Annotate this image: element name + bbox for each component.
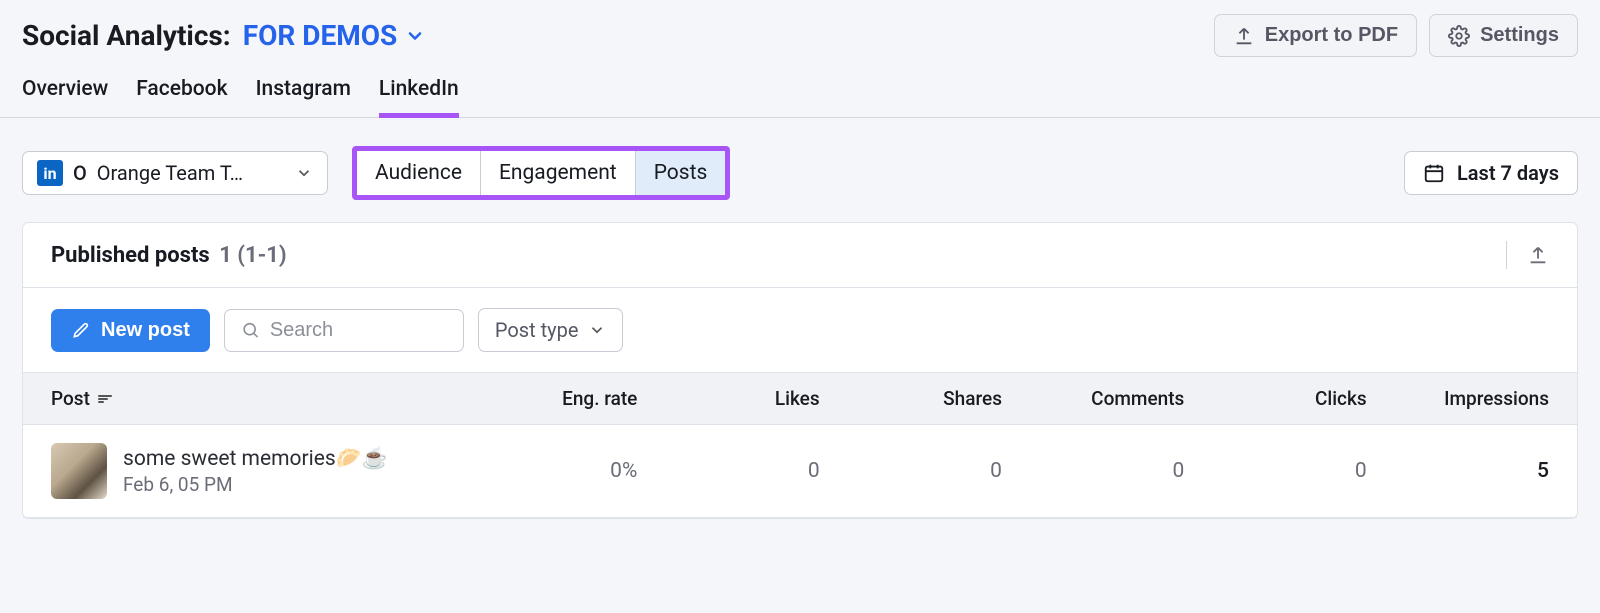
col-clicks[interactable]: Clicks xyxy=(1212,373,1394,424)
col-post[interactable]: Post xyxy=(23,373,483,424)
post-info: some sweet memories🥟☕ Feb 6, 05 PM xyxy=(123,447,388,496)
panel-header: Published posts 1 (1-1) xyxy=(23,223,1577,288)
account-selector[interactable]: in O Orange Team T… xyxy=(22,151,328,195)
col-eng-rate[interactable]: Eng. rate xyxy=(483,373,665,424)
account-name: Orange Team T… xyxy=(97,161,285,185)
export-pdf-button[interactable]: Export to PDF xyxy=(1214,14,1417,57)
cell-clicks: 0 xyxy=(1212,425,1394,517)
export-icon[interactable] xyxy=(1527,244,1549,266)
tab-linkedin[interactable]: LinkedIn xyxy=(379,77,459,117)
gear-icon xyxy=(1448,25,1470,47)
settings-label: Settings xyxy=(1480,24,1559,47)
segment-audience[interactable]: Audience xyxy=(357,151,481,195)
filter-label: Post type xyxy=(495,318,579,342)
panel-title-wrap: Published posts 1 (1-1) xyxy=(51,243,287,268)
controls-row: in O Orange Team T… Audience Engagement … xyxy=(0,118,1600,222)
search-input[interactable] xyxy=(270,319,447,342)
header-actions: Export to PDF Settings xyxy=(1214,14,1578,57)
search-wrap xyxy=(224,309,464,352)
sort-icon xyxy=(98,395,112,403)
post-cell: some sweet memories🥟☕ Feb 6, 05 PM xyxy=(51,443,388,499)
tab-overview[interactable]: Overview xyxy=(22,77,108,117)
date-range-label: Last 7 days xyxy=(1457,161,1559,185)
title-wrap: Social Analytics: FOR DEMOS xyxy=(22,19,425,52)
date-range-selector[interactable]: Last 7 days xyxy=(1404,151,1578,195)
cell-impressions: 5 xyxy=(1395,425,1577,517)
project-selector[interactable]: FOR DEMOS xyxy=(243,19,426,52)
cell-comments: 0 xyxy=(1030,425,1212,517)
cell-post: some sweet memories🥟☕ Feb 6, 05 PM xyxy=(23,425,483,517)
table-header: Post Eng. rate Likes Shares Comments Cli… xyxy=(23,372,1577,425)
divider xyxy=(1506,241,1507,269)
panel-header-actions xyxy=(1506,241,1549,269)
account-avatar-letter: O xyxy=(73,161,87,185)
col-comments[interactable]: Comments xyxy=(1030,373,1212,424)
col-likes[interactable]: Likes xyxy=(665,373,847,424)
col-shares[interactable]: Shares xyxy=(848,373,1030,424)
linkedin-icon: in xyxy=(37,160,63,186)
tab-instagram[interactable]: Instagram xyxy=(256,77,351,117)
page-header: Social Analytics: FOR DEMOS Export to PD… xyxy=(0,0,1600,65)
panel-toolbar: New post Post type xyxy=(23,288,1577,372)
tab-facebook[interactable]: Facebook xyxy=(136,77,227,117)
cell-eng-rate: 0% xyxy=(483,425,665,517)
cell-shares: 0 xyxy=(848,425,1030,517)
segment-engagement[interactable]: Engagement xyxy=(481,151,636,195)
search-icon xyxy=(241,319,260,341)
panel-title: Published posts xyxy=(51,243,210,268)
table-row[interactable]: some sweet memories🥟☕ Feb 6, 05 PM 0% 0 … xyxy=(23,425,1577,518)
cell-likes: 0 xyxy=(665,425,847,517)
post-type-filter[interactable]: Post type xyxy=(478,308,624,352)
settings-button[interactable]: Settings xyxy=(1429,14,1578,57)
platform-tabs: Overview Facebook Instagram LinkedIn xyxy=(0,65,1600,118)
panel-count: 1 (1-1) xyxy=(219,243,286,268)
upload-icon xyxy=(1233,25,1255,47)
posts-table: Post Eng. rate Likes Shares Comments Cli… xyxy=(23,372,1577,518)
post-title: some sweet memories🥟☕ xyxy=(123,447,388,471)
col-impressions[interactable]: Impressions xyxy=(1395,373,1577,424)
segment-posts[interactable]: Posts xyxy=(636,151,726,195)
chevron-down-icon xyxy=(295,164,313,182)
new-post-label: New post xyxy=(101,319,190,342)
col-post-label: Post xyxy=(51,387,90,410)
view-segments: Audience Engagement Posts xyxy=(352,146,730,200)
post-date: Feb 6, 05 PM xyxy=(123,473,388,496)
new-post-button[interactable]: New post xyxy=(51,309,210,352)
calendar-icon xyxy=(1423,162,1445,184)
pencil-icon xyxy=(71,320,91,340)
chevron-down-icon xyxy=(405,26,425,46)
page-title: Social Analytics: xyxy=(22,19,231,52)
posts-panel: Published posts 1 (1-1) New post Post ty… xyxy=(22,222,1578,519)
project-name: FOR DEMOS xyxy=(243,19,398,52)
post-thumbnail xyxy=(51,443,107,499)
export-label: Export to PDF xyxy=(1265,24,1398,47)
controls-left: in O Orange Team T… Audience Engagement … xyxy=(22,146,730,200)
chevron-down-icon xyxy=(588,321,606,339)
